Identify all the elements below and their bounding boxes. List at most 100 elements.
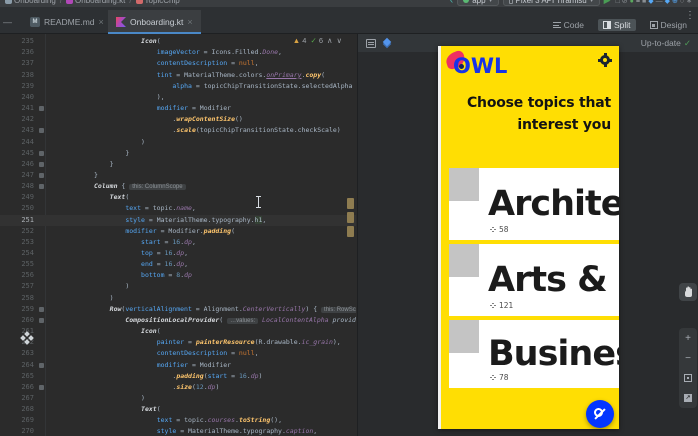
- stop-icon[interactable]: □: [616, 0, 620, 5]
- fold-marker-icon[interactable]: [39, 151, 44, 156]
- code-line-261[interactable]: 261Icon(: [0, 326, 356, 337]
- breadcrumb-separator: /: [129, 0, 131, 5]
- line-number: 259: [0, 304, 34, 315]
- code-line-257[interactable]: 257): [0, 281, 356, 292]
- back-chevron-icon[interactable]: ‹: [450, 0, 453, 6]
- code-line-252[interactable]: 252modifier = Modifier.padding(: [0, 226, 356, 237]
- fold-marker-icon[interactable]: [39, 162, 44, 167]
- code-line-262[interactable]: 262painter = painterResource(R.drawable.…: [0, 337, 356, 348]
- breadcrumb-item[interactable]: TopicChip: [136, 0, 180, 5]
- breadcrumb-item[interactable]: Onboarding.kt: [66, 0, 125, 5]
- code-line-241[interactable]: 241modifier = Modifier: [0, 103, 356, 114]
- code-line-242[interactable]: 242.wrapContentSize(): [0, 114, 356, 125]
- code-line-264[interactable]: 264modifier = Modifier: [0, 360, 356, 371]
- view-mode-code[interactable]: Code: [548, 19, 589, 31]
- line-number: 257: [0, 281, 34, 292]
- code-line-248[interactable]: 248Column { this: ColumnScope: [0, 181, 356, 192]
- code-line-270[interactable]: 270style = MaterialTheme.typography.capt…: [0, 426, 356, 436]
- fold-marker-icon[interactable]: [39, 173, 44, 178]
- settings-icon[interactable]: ∗: [686, 0, 692, 5]
- run-button[interactable]: ▶: [604, 0, 611, 6]
- code-line-263[interactable]: 263contentDescription = null,: [0, 348, 356, 359]
- zoom-out-button[interactable]: −: [679, 348, 697, 368]
- pan-tool-button[interactable]: [679, 283, 697, 301]
- code-line-245[interactable]: 245}: [0, 148, 356, 159]
- code-line-266[interactable]: 266.size(12.dp): [0, 382, 356, 393]
- code-line-250[interactable]: 250text = topic.name,: [0, 203, 356, 214]
- code-line-239[interactable]: 239alpha = topicChipTransitionState.sele…: [0, 81, 356, 92]
- code-line-269[interactable]: 269text = topic.courses.toString(),: [0, 415, 356, 426]
- gear-icon[interactable]: [599, 54, 611, 66]
- code-line-246[interactable]: 246}: [0, 159, 356, 170]
- grain-icon: [490, 375, 496, 381]
- expand-button[interactable]: ↗: [679, 388, 697, 408]
- fold-marker-icon[interactable]: [39, 307, 44, 312]
- tab-onboarding[interactable]: Onboarding.kt ×: [108, 10, 201, 34]
- code-line-244[interactable]: 244): [0, 137, 356, 148]
- topic-card[interactable]: Business78: [449, 320, 619, 388]
- layers-icon[interactable]: [383, 39, 392, 48]
- code-line-256[interactable]: 256bottom = 8.dp: [0, 270, 356, 281]
- apply-changes-icon[interactable]: ●: [630, 0, 634, 5]
- topic-card[interactable]: Arts & Crafts121: [449, 244, 619, 316]
- fold-marker-icon[interactable]: [39, 385, 44, 390]
- sync-icon[interactable]: ◆: [648, 0, 653, 5]
- avd-icon[interactable]: ⊕: [672, 0, 678, 5]
- fold-marker-icon[interactable]: [39, 318, 44, 323]
- topic-card[interactable]: Architecture58: [449, 168, 619, 240]
- code-line-260[interactable]: 260CompositionLocalProvider( …values: Lo…: [0, 315, 356, 326]
- run-config-select[interactable]: app ▼: [457, 0, 498, 6]
- line-number: 239: [0, 81, 34, 92]
- divider-glyph[interactable]: —: [656, 0, 663, 5]
- fold-marker-icon[interactable]: [39, 128, 44, 133]
- code-line-251[interactable]: 251style = MaterialTheme.typography.h1,: [0, 215, 356, 226]
- grain-icon: [490, 227, 496, 233]
- code-line-238[interactable]: 238tint = MaterialTheme.colors.onPrimary…: [0, 70, 356, 81]
- search-icon[interactable]: ○: [680, 0, 684, 5]
- fold-marker-icon[interactable]: [39, 363, 44, 368]
- line-number: 252: [0, 226, 34, 237]
- code-line-237[interactable]: 237contentDescription = null,: [0, 58, 356, 69]
- preview-notifications-icon[interactable]: [366, 39, 376, 48]
- fold-marker-icon[interactable]: [39, 106, 44, 111]
- code-editor[interactable]: 234) {235Icon(236imageVector = Icons.Fil…: [0, 34, 356, 436]
- code-line-240[interactable]: 240),: [0, 92, 356, 103]
- inspections-widget[interactable]: ▲ 4 ✓ 6 ∧ ∨: [291, 36, 344, 45]
- scrollbar-warning-mark[interactable]: [347, 226, 354, 237]
- device-manager-icon[interactable]: ◆: [665, 0, 670, 5]
- code-line-247[interactable]: 247}: [0, 170, 356, 181]
- folder-icon: [5, 0, 12, 4]
- view-mode-switcher: Code Split Design: [548, 19, 692, 31]
- fold-marker-icon[interactable]: [39, 184, 44, 189]
- code-line-258[interactable]: 258): [0, 293, 356, 304]
- tab-readme[interactable]: M README.md ×: [22, 10, 112, 34]
- device-select[interactable]: Pixel 3 API Tiramisu ▼: [503, 0, 600, 6]
- code-line-265[interactable]: 265.padding(start = 16.dp): [0, 371, 356, 382]
- expand-icon: ↗: [684, 394, 692, 402]
- code-line-267[interactable]: 267): [0, 393, 356, 404]
- zoom-fit-button[interactable]: [679, 368, 697, 388]
- code-line-249[interactable]: 249Text(: [0, 192, 356, 203]
- scrollbar-warning-mark[interactable]: [347, 212, 354, 223]
- explore-fab[interactable]: [586, 400, 614, 428]
- code-line-243[interactable]: 243.scale(topicChipTransitionState.check…: [0, 125, 356, 136]
- view-mode-design[interactable]: Design: [645, 19, 692, 31]
- attach-debugger-icon[interactable]: ■: [642, 0, 646, 5]
- profiler-icon[interactable]: ≡: [636, 0, 640, 5]
- view-mode-split[interactable]: Split: [598, 19, 636, 31]
- close-icon[interactable]: ×: [187, 17, 192, 27]
- prev-issue-icon[interactable]: ∧: [327, 36, 333, 45]
- code-line-236[interactable]: 236imageVector = Icons.Filled.Done,: [0, 47, 356, 58]
- zoom-in-button[interactable]: +: [679, 328, 697, 348]
- code-line-268[interactable]: 268Text(: [0, 404, 356, 415]
- code-line-255[interactable]: 255end = 16.dp,: [0, 259, 356, 270]
- close-icon[interactable]: ×: [99, 17, 104, 27]
- scrollbar-warning-mark[interactable]: [347, 198, 354, 209]
- breadcrumb-item[interactable]: Onboarding: [5, 0, 56, 5]
- code-line-254[interactable]: 254top = 16.dp,: [0, 248, 356, 259]
- code-line-259[interactable]: 259Row(verticalAlignment = Alignment.Cen…: [0, 304, 356, 315]
- code-line-253[interactable]: 253start = 16.dp,: [0, 237, 356, 248]
- next-issue-icon[interactable]: ∨: [337, 36, 343, 45]
- line-number: 246: [0, 159, 34, 170]
- coverage-icon[interactable]: ⊘: [622, 0, 628, 5]
